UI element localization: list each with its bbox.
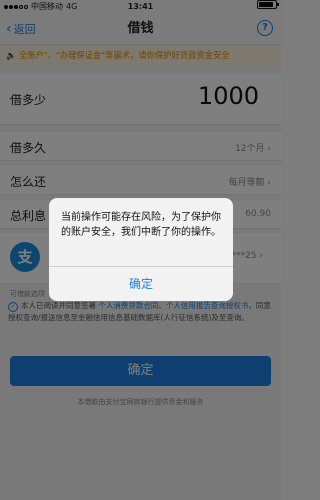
dialog-confirm-button[interactable]: 确定 xyxy=(49,267,233,301)
risk-alert-dialog: 当前操作可能存在风险，为了保护你的账户安全，我们中断了你的操作。 确定 xyxy=(49,198,233,301)
dialog-message: 当前操作可能存在风险，为了保护你的账户安全，我们中断了你的操作。 xyxy=(61,212,221,238)
